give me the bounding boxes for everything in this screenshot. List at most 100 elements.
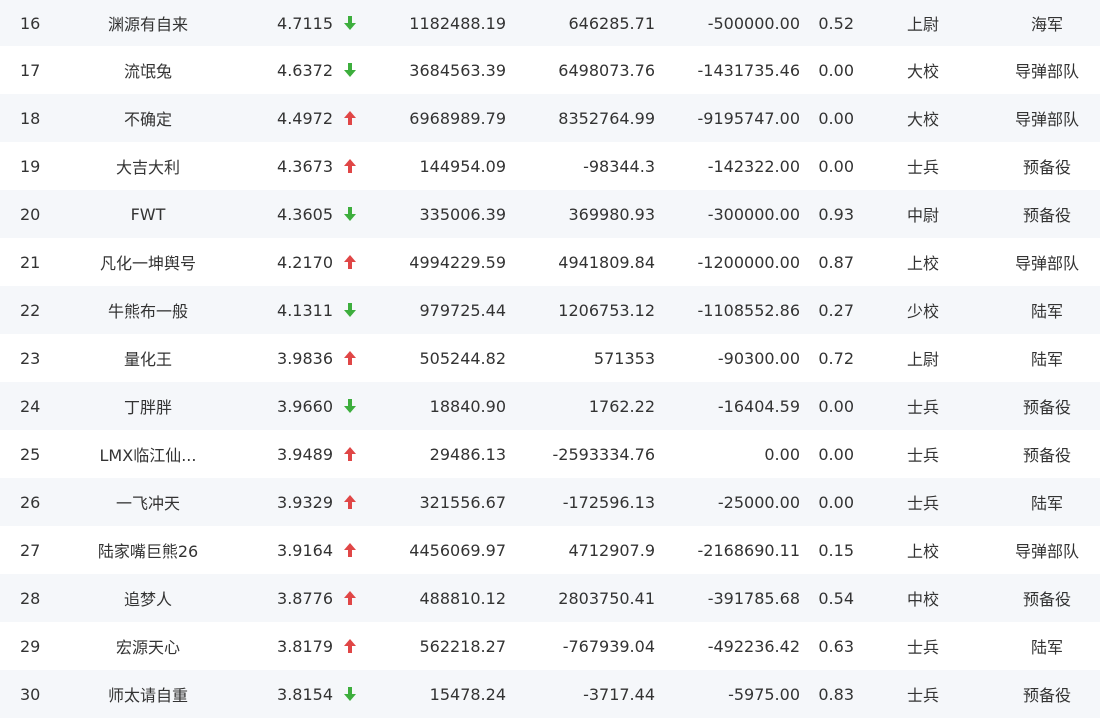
score-cell: 3.9836	[277, 348, 333, 368]
user-name-cell[interactable]: 渊源有自来	[80, 0, 216, 46]
table-row[interactable]: 29 宏源天心 3.8179 562218.27 -767939.04 -492…	[0, 622, 1100, 670]
user-name-cell[interactable]: 凡化一坤舆号	[80, 238, 216, 286]
table-row[interactable]: 26 一飞冲天 3.9329 321556.67 -172596.13 -250…	[0, 478, 1100, 526]
ranking-table: 16 渊源有自来 4.7115 1182488.19 646285.71 -50…	[0, 0, 1100, 718]
rank-cell: 27	[20, 540, 41, 560]
unit-cell: 预备役	[1022, 686, 1071, 705]
table-row[interactable]: 30 师太请自重 3.8154 15478.24 -3717.44 -5975.…	[0, 670, 1100, 718]
score-cell: 4.6372	[277, 60, 333, 80]
value1-cell: 4456069.97	[409, 540, 506, 560]
user-name-cell[interactable]: 大吉大利	[80, 142, 216, 190]
score-cell: 4.2170	[277, 252, 333, 272]
unit-cell: 导弹部队	[1014, 62, 1079, 81]
table-row[interactable]: 25 LMX临江仙... 3.9489 29486.13 -2593334.76…	[0, 430, 1100, 478]
value2-cell: 646285.71	[568, 13, 655, 33]
unit-cell: 导弹部队	[1014, 254, 1079, 273]
user-name-cell[interactable]: 陆家嘴巨熊26	[80, 526, 216, 574]
value1-cell: 979725.44	[419, 300, 506, 320]
value3-cell: -2168690.11	[697, 540, 800, 560]
user-name-cell[interactable]: 一飞冲天	[80, 478, 216, 526]
value2-cell: 4941809.84	[558, 252, 655, 272]
table-row[interactable]: 27 陆家嘴巨熊26 3.9164 4456069.97 4712907.9 -…	[0, 526, 1100, 574]
rank-cell: 21	[20, 252, 41, 272]
table-row[interactable]: 20 FWT 4.3605 335006.39 369980.93 -30000…	[0, 190, 1100, 238]
user-name-cell[interactable]: 不确定	[80, 94, 216, 142]
ratio-cell: 0.93	[818, 204, 854, 224]
table-row[interactable]: 22 牛熊布一般 4.1311 979725.44 1206753.12 -11…	[0, 286, 1100, 334]
score-cell: 3.8179	[277, 636, 333, 656]
user-name-cell[interactable]: 追梦人	[80, 574, 216, 622]
unit-cell: 导弹部队	[1014, 110, 1079, 129]
rank-cell: 20	[20, 204, 41, 224]
rank-cell: 26	[20, 492, 41, 512]
unit-cell: 预备役	[1022, 398, 1071, 417]
ratio-cell: 0.00	[818, 60, 854, 80]
user-name-cell[interactable]: 量化王	[80, 334, 216, 382]
value3-cell: -300000.00	[707, 204, 800, 224]
value3-cell: -500000.00	[707, 13, 800, 33]
level-cell: 上校	[906, 254, 939, 273]
rank-cell: 17	[20, 60, 41, 80]
table-row[interactable]: 16 渊源有自来 4.7115 1182488.19 646285.71 -50…	[0, 0, 1100, 46]
ratio-cell: 0.63	[818, 636, 854, 656]
table-row[interactable]: 18 不确定 4.4972 6968989.79 8352764.99 -919…	[0, 94, 1100, 142]
level-cell: 大校	[906, 110, 939, 129]
rank-cell: 16	[20, 13, 41, 33]
arrow-down-icon	[341, 286, 359, 334]
user-name-cell[interactable]: 宏源天心	[80, 622, 216, 670]
arrow-down-icon	[341, 0, 359, 46]
value1-cell: 144954.09	[419, 156, 506, 176]
user-name-cell[interactable]: LMX临江仙...	[80, 430, 216, 478]
level-cell: 上尉	[906, 350, 939, 369]
table-row[interactable]: 24 丁胖胖 3.9660 18840.90 1762.22 -16404.59…	[0, 382, 1100, 430]
ratio-cell: 0.00	[818, 444, 854, 464]
value2-cell: 2803750.41	[558, 588, 655, 608]
score-cell: 3.9660	[277, 396, 333, 416]
value2-cell: 4712907.9	[568, 540, 655, 560]
arrow-up-icon	[341, 574, 359, 622]
arrow-up-icon	[341, 430, 359, 478]
user-name-cell[interactable]: 牛熊布一般	[80, 286, 216, 334]
value3-cell: -9195747.00	[697, 108, 800, 128]
level-cell: 中校	[906, 590, 939, 609]
rank-cell: 24	[20, 396, 41, 416]
table-row[interactable]: 28 追梦人 3.8776 488810.12 2803750.41 -3917…	[0, 574, 1100, 622]
value1-cell: 488810.12	[419, 588, 506, 608]
value3-cell: -142322.00	[707, 156, 800, 176]
arrow-up-icon	[341, 478, 359, 526]
level-cell: 上校	[906, 542, 939, 561]
table-row[interactable]: 19 大吉大利 4.3673 144954.09 -98344.3 -14232…	[0, 142, 1100, 190]
rank-cell: 23	[20, 348, 41, 368]
value2-cell: -2593334.76	[552, 444, 655, 464]
user-name-cell[interactable]: 师太请自重	[80, 670, 216, 718]
user-name-cell[interactable]: 流氓兔	[80, 46, 216, 94]
rank-cell: 30	[20, 684, 41, 704]
user-name-cell[interactable]: 丁胖胖	[80, 382, 216, 430]
arrow-down-icon	[341, 382, 359, 430]
arrow-down-icon	[341, 670, 359, 718]
unit-cell: 预备役	[1022, 590, 1071, 609]
level-cell: 士兵	[906, 398, 939, 417]
arrow-up-icon	[341, 622, 359, 670]
value1-cell: 505244.82	[419, 348, 506, 368]
table-row[interactable]: 21 凡化一坤舆号 4.2170 4994229.59 4941809.84 -…	[0, 238, 1100, 286]
table-row[interactable]: 23 量化王 3.9836 505244.82 571353 -90300.00…	[0, 334, 1100, 382]
unit-cell: 预备役	[1022, 158, 1071, 177]
ratio-cell: 0.83	[818, 684, 854, 704]
arrow-up-icon	[341, 94, 359, 142]
table-row[interactable]: 17 流氓兔 4.6372 3684563.39 6498073.76 -143…	[0, 46, 1100, 94]
value3-cell: -492236.42	[707, 636, 800, 656]
ratio-cell: 0.15	[818, 540, 854, 560]
value1-cell: 335006.39	[419, 204, 506, 224]
rank-cell: 18	[20, 108, 41, 128]
score-cell: 3.8776	[277, 588, 333, 608]
value3-cell: 0.00	[764, 444, 800, 464]
value2-cell: -3717.44	[583, 684, 655, 704]
level-cell: 士兵	[906, 638, 939, 657]
user-name-cell[interactable]: FWT	[80, 190, 216, 238]
rank-cell: 29	[20, 636, 41, 656]
score-cell: 3.9329	[277, 492, 333, 512]
value2-cell: 1206753.12	[558, 300, 655, 320]
arrow-up-icon	[341, 526, 359, 574]
unit-cell: 陆军	[1030, 494, 1063, 513]
